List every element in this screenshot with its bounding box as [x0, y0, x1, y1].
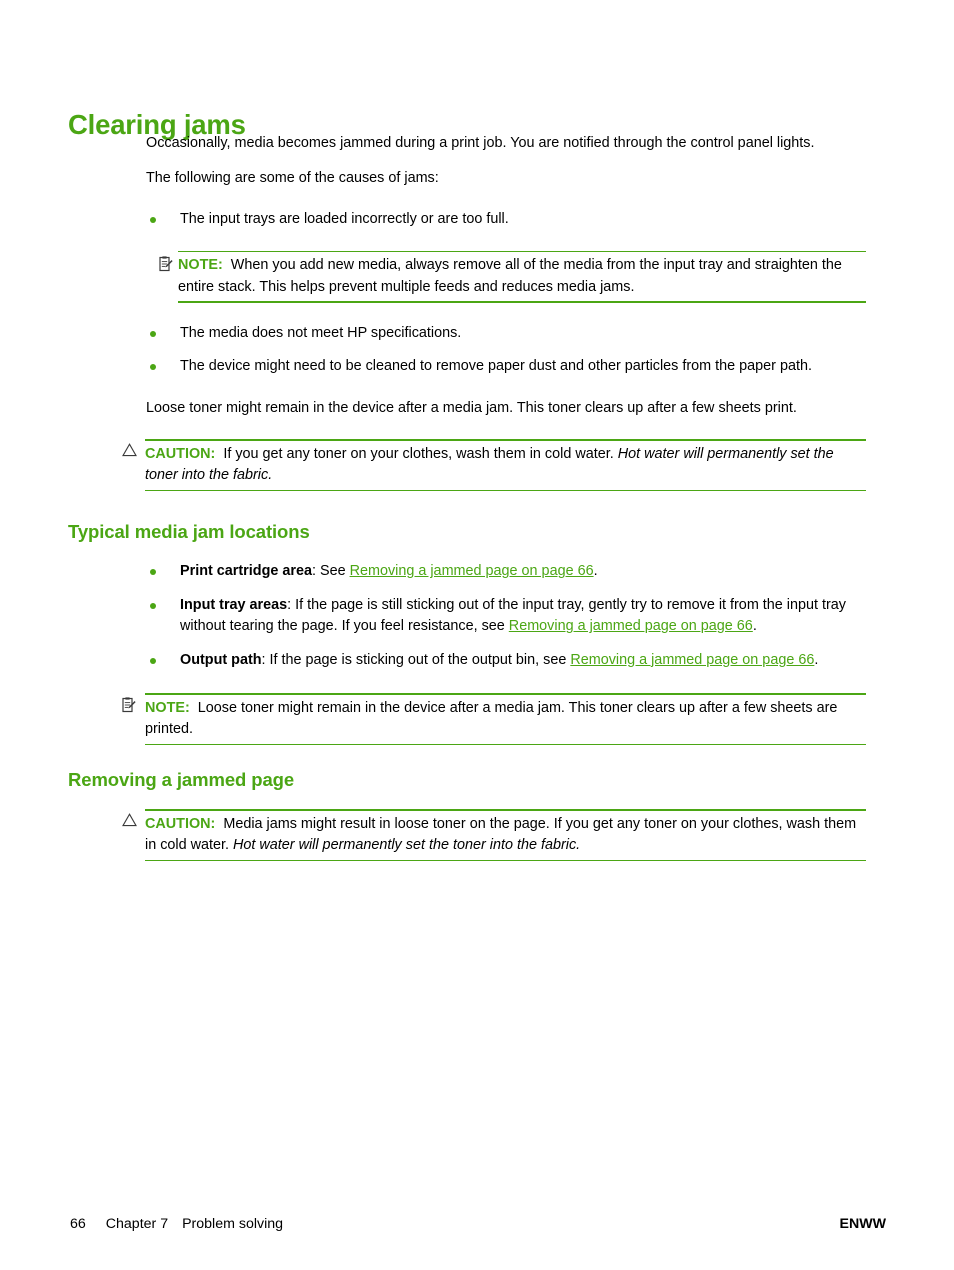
- jam-location-term-2: Input tray areas: [180, 596, 288, 613]
- footer-chapter: Chapter 7: [105, 1216, 169, 1232]
- note-rule-bottom: [178, 301, 866, 303]
- link-removing-jammed-page-2[interactable]: Removing a jammed page on page 66: [509, 618, 753, 634]
- loose-toner-paragraph: Loose toner might remain in the device a…: [146, 399, 797, 416]
- link-removing-jammed-page-1[interactable]: Removing a jammed page on page 66: [350, 563, 594, 579]
- footer-page-number: 66: [70, 1216, 86, 1232]
- caution-rule-bottom: [145, 859, 866, 862]
- note-rule-bottom: [145, 743, 866, 746]
- cause-text-2: The media does not meet HP specification…: [180, 324, 462, 341]
- jam-location-text-1: : See: [311, 563, 350, 580]
- page-footer: 66 Chapter 7 Problem solving ENWW: [0, 1210, 954, 1270]
- caution-text: If you get any toner on your clothes, wa…: [223, 445, 614, 462]
- footer-left: 66 Chapter 7 Problem solving: [70, 1216, 283, 1232]
- document-page: Clearing jams Occasionally, media become…: [0, 0, 954, 1270]
- caution-body: CAUTION: If you get any toner on your cl…: [145, 441, 866, 490]
- note-callout-1: NOTE: When you add new media, always rem…: [159, 250, 866, 303]
- note-clipboard-icon: [159, 255, 174, 272]
- caution-callout-1: CAUTION: If you get any toner on your cl…: [122, 439, 866, 491]
- cause-text-1: The input trays are loaded incorrectly o…: [180, 211, 509, 227]
- note-label: NOTE:: [178, 257, 223, 273]
- cause-text-3: The device might need to be cleaned to r…: [180, 358, 812, 374]
- list-item: Print cartridge area: See Removing a jam…: [150, 561, 868, 583]
- jam-location-tail-2: .: [752, 618, 757, 635]
- list-item: The device might need to be cleaned to r…: [150, 356, 868, 378]
- caution-label: CAUTION:: [145, 445, 216, 462]
- caution-callout-2: CAUTION: Media jams might result in loos…: [122, 809, 866, 862]
- intro-paragraph-1: Occasionally, media becomes jammed durin…: [146, 135, 815, 151]
- caution-emphasis: Hot water will permanently set the toner…: [233, 837, 581, 854]
- jam-location-term-3: Output path: [180, 651, 262, 668]
- page-content: Occasionally, media becomes jammed durin…: [0, 133, 954, 862]
- note-text: Loose toner might remain in the device a…: [145, 699, 838, 738]
- section-heading-typical-media-jam-locations: Typical media jam locations: [68, 521, 310, 542]
- note-callout-2: NOTE: Loose toner might remain in the de…: [122, 693, 866, 746]
- intro-paragraph-2: The following are some of the causes of …: [146, 169, 439, 186]
- caution-rule-bottom: [145, 489, 866, 491]
- footer-chapter-title: Problem solving: [182, 1216, 284, 1232]
- note-clipboard-icon: [122, 697, 137, 713]
- caution-body: CAUTION: Media jams might result in loos…: [145, 811, 866, 860]
- causes-list-part-2: The media does not meet HP specification…: [0, 323, 954, 378]
- list-item: Output path: If the page is sticking out…: [150, 650, 868, 672]
- warning-triangle-icon: [122, 443, 137, 459]
- note-body: NOTE: Loose toner might remain in the de…: [145, 695, 866, 744]
- note-text: When you add new media, always remove al…: [178, 257, 842, 295]
- list-item: The media does not meet HP specification…: [150, 323, 868, 345]
- caution-label: CAUTION:: [145, 815, 216, 832]
- warning-triangle-icon: [122, 813, 137, 829]
- note-label: NOTE:: [145, 699, 190, 716]
- jam-location-text-3: : If the page is sticking out of the out…: [261, 651, 571, 668]
- list-item: Input tray areas: If the page is still s…: [150, 595, 868, 638]
- link-removing-jammed-page-3[interactable]: Removing a jammed page on page 66: [570, 652, 814, 668]
- causes-list-part-1: The input trays are loaded incorrectly o…: [0, 209, 954, 231]
- note-body: NOTE: When you add new media, always rem…: [178, 252, 866, 301]
- jam-location-tail-3: .: [814, 651, 819, 668]
- list-item: The input trays are loaded incorrectly o…: [150, 209, 868, 231]
- jam-location-term-1: Print cartridge area: [180, 563, 312, 580]
- jam-location-tail-1: .: [593, 563, 598, 580]
- footer-locale: ENWW: [839, 1216, 887, 1232]
- section-heading-removing-a-jammed-page: Removing a jammed page: [68, 769, 295, 791]
- jam-locations-list: Print cartridge area: See Removing a jam…: [0, 561, 954, 671]
